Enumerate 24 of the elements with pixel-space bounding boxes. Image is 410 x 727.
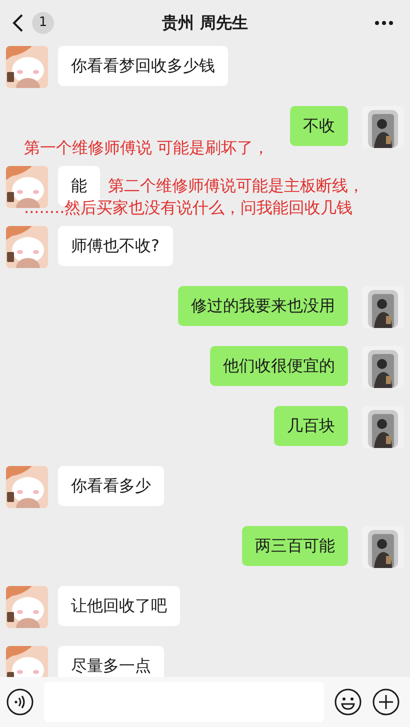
unread-count-badge: 1: [32, 12, 54, 34]
cartoon-avatar-icon: [6, 46, 48, 88]
more-icon[interactable]: [374, 20, 394, 26]
message-bubble: 你看看多少: [58, 466, 164, 506]
message-bubble: 两三百可能: [242, 526, 348, 566]
message-bubble: 让他回收了吧: [58, 586, 180, 626]
cartoon-avatar-icon: [6, 466, 48, 508]
cartoon-avatar-icon: [6, 166, 48, 208]
message-bubble: 师傅也不收?: [58, 226, 172, 266]
message-bubble: 你看看梦回收多少钱: [58, 46, 228, 86]
message-bubble: 修过的我要来也没用: [178, 286, 348, 326]
message-bubble: 他们收很便宜的: [210, 346, 348, 386]
annotation-text: 第一个维修师傅说 可能是刷坏了，: [23, 138, 270, 158]
message-bubble: 尽量多一点: [58, 646, 164, 677]
voice-icon[interactable]: [6, 688, 34, 716]
chat-title: 贵州 周先生: [162, 12, 248, 34]
message-bubble: 不收: [290, 106, 348, 146]
plus-icon[interactable]: [372, 688, 400, 716]
cartoon-avatar-icon: [6, 586, 48, 628]
cartoon-avatar-icon: [6, 226, 48, 268]
annotation-text: 第二个维修师傅说可能是主板断线，: [108, 176, 364, 196]
back-icon[interactable]: [12, 13, 24, 33]
emoji-icon[interactable]: [334, 688, 362, 716]
message-bubble: 几百块: [274, 406, 348, 446]
